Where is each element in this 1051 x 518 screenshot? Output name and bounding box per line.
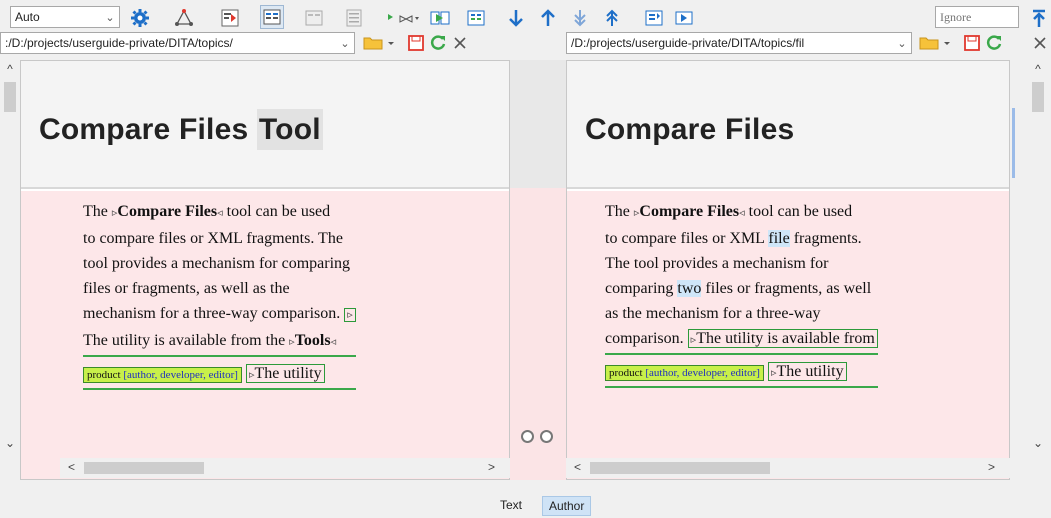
scroll-down-icon[interactable]: ⌄ bbox=[0, 436, 20, 450]
last-change-icon[interactable] bbox=[568, 6, 592, 30]
line: product [author, developer, editor] ▹The… bbox=[83, 361, 356, 390]
chevron-down-icon: ⌄ bbox=[105, 11, 115, 24]
scroll-up-icon[interactable]: ^ bbox=[1028, 62, 1048, 76]
inline-tag: ▹The utility bbox=[767, 362, 847, 381]
chevron-down-icon: ⌄ bbox=[897, 37, 907, 50]
line: comparison. ▹The utility is available fr… bbox=[605, 326, 878, 355]
right-editor-pane[interactable]: Compare Files The ▹Compare Files◃ tool c… bbox=[566, 60, 1010, 480]
text-view-icon[interactable] bbox=[342, 6, 366, 30]
diff-highlight: two bbox=[677, 280, 702, 297]
copy-right-icon[interactable] bbox=[672, 6, 696, 30]
settings-icon[interactable] bbox=[128, 6, 152, 30]
scroll-right-icon[interactable]: > bbox=[988, 460, 995, 474]
body-link-band bbox=[510, 188, 566, 480]
merge-icon[interactable] bbox=[384, 6, 420, 30]
diff-link-strip bbox=[510, 60, 566, 480]
change-marker bbox=[1012, 108, 1015, 178]
next-diff-icon[interactable] bbox=[504, 6, 528, 30]
save-icon[interactable] bbox=[960, 31, 984, 55]
line: as the mechanism for a three-way bbox=[605, 305, 821, 322]
diff-highlight: file bbox=[768, 230, 790, 247]
view-icon[interactable] bbox=[302, 6, 326, 30]
title-diff-highlight: Tool bbox=[256, 109, 323, 150]
refresh-icon[interactable] bbox=[982, 31, 1006, 55]
scroll-left-icon[interactable]: < bbox=[574, 460, 581, 474]
tab-text[interactable]: Text bbox=[494, 496, 528, 516]
close-icon[interactable] bbox=[448, 31, 472, 55]
scroll-thumb[interactable] bbox=[4, 82, 16, 112]
line: tool provides a mechanism for comparing bbox=[83, 255, 351, 272]
left-vertical-scrollbar[interactable]: ^ ⌄ bbox=[0, 60, 20, 460]
scroll-up-icon[interactable]: ^ bbox=[0, 62, 20, 76]
show-diff-icon[interactable] bbox=[218, 6, 242, 30]
toolbar: Auto ⌄ Ignore:/D:/projects/userguide-pr… bbox=[0, 0, 1051, 54]
copy-change-right-button[interactable] bbox=[540, 430, 553, 443]
chevron-down-icon: ⌄ bbox=[340, 37, 350, 50]
save-icon[interactable] bbox=[404, 31, 428, 55]
scroll-thumb[interactable] bbox=[590, 462, 770, 474]
sync-scroll-icon[interactable] bbox=[642, 6, 666, 30]
left-editor-pane[interactable]: Compare Files Tool The ▹Compare Files◃ t… bbox=[20, 60, 510, 480]
line: to compare files or XML file fragments. bbox=[605, 230, 862, 247]
line: The ▹Compare Files◃ tool can be used bbox=[605, 203, 853, 220]
hierarchy-icon[interactable] bbox=[172, 6, 196, 30]
page-title: Compare Files bbox=[585, 113, 795, 146]
comparison-level-combo[interactable]: Auto ⌄ bbox=[10, 6, 120, 28]
line: product [author, developer, editor] ▹The… bbox=[605, 359, 878, 388]
copy-all-icon[interactable] bbox=[464, 6, 488, 30]
scroll-thumb[interactable] bbox=[1032, 82, 1044, 112]
left-file-path-combo[interactable]: :/D:/projects/userguide-private/DITA/top… bbox=[0, 32, 355, 54]
line: mechanism for a three-way comparison. ▹ bbox=[83, 301, 356, 328]
scroll-down-icon[interactable]: ⌄ bbox=[1028, 436, 1048, 450]
first-change-icon[interactable] bbox=[600, 6, 624, 30]
title-link-band bbox=[510, 60, 566, 188]
line: The utility is available from the ▹Tools… bbox=[83, 328, 356, 357]
right-horizontal-scrollbar[interactable]: < > bbox=[566, 458, 1010, 478]
pressed-view-icon[interactable] bbox=[260, 5, 284, 29]
scroll-left-icon[interactable]: < bbox=[68, 460, 75, 474]
ignore-input[interactable] bbox=[935, 6, 1019, 28]
top-icon[interactable] bbox=[1027, 6, 1051, 30]
line: The ▹Compare Files◃ tool can be used bbox=[83, 203, 331, 220]
tag-marker: ▹ bbox=[344, 308, 356, 322]
line: The tool provides a mechanism for bbox=[605, 255, 829, 272]
scroll-thumb[interactable] bbox=[84, 462, 204, 474]
copy-change-left-button[interactable] bbox=[521, 430, 534, 443]
tab-author[interactable]: Author bbox=[542, 496, 592, 516]
paragraph: The ▹Compare Files◃ tool can be used to … bbox=[83, 199, 356, 390]
editor-mode-tabs: Text Author bbox=[0, 492, 1051, 518]
left-horizontal-scrollbar[interactable]: < > bbox=[60, 458, 510, 478]
folder-open-icon[interactable] bbox=[362, 31, 400, 55]
paragraph: The ▹Compare Files◃ tool can be used to … bbox=[605, 199, 878, 388]
line: files or fragments, as well as the bbox=[83, 280, 290, 297]
line: to compare files or XML fragments. The bbox=[83, 230, 343, 247]
scroll-right-icon[interactable]: > bbox=[488, 460, 495, 474]
close-icon[interactable] bbox=[1030, 31, 1050, 55]
product-attribute-badge[interactable]: product [author, developer, editor] bbox=[83, 367, 242, 383]
line: comparing two files or fragments, as wel… bbox=[605, 280, 872, 297]
right-vertical-scrollbar[interactable]: ^ ⌄ bbox=[1028, 60, 1048, 460]
product-attribute-badge[interactable]: product [author, developer, editor] bbox=[605, 365, 764, 381]
right-file-path-combo[interactable]: /D:/projects/userguide-private/DITA/topi… bbox=[566, 32, 912, 54]
page-title: Compare Files Tool bbox=[39, 109, 323, 150]
folder-open-icon[interactable] bbox=[918, 31, 956, 55]
refresh-icon[interactable] bbox=[426, 31, 450, 55]
inline-tag: ▹The utility is available from bbox=[687, 329, 878, 348]
inline-tag: ▹The utility bbox=[245, 364, 325, 383]
prev-diff-icon[interactable] bbox=[536, 6, 560, 30]
copy-left-icon[interactable] bbox=[428, 6, 452, 30]
